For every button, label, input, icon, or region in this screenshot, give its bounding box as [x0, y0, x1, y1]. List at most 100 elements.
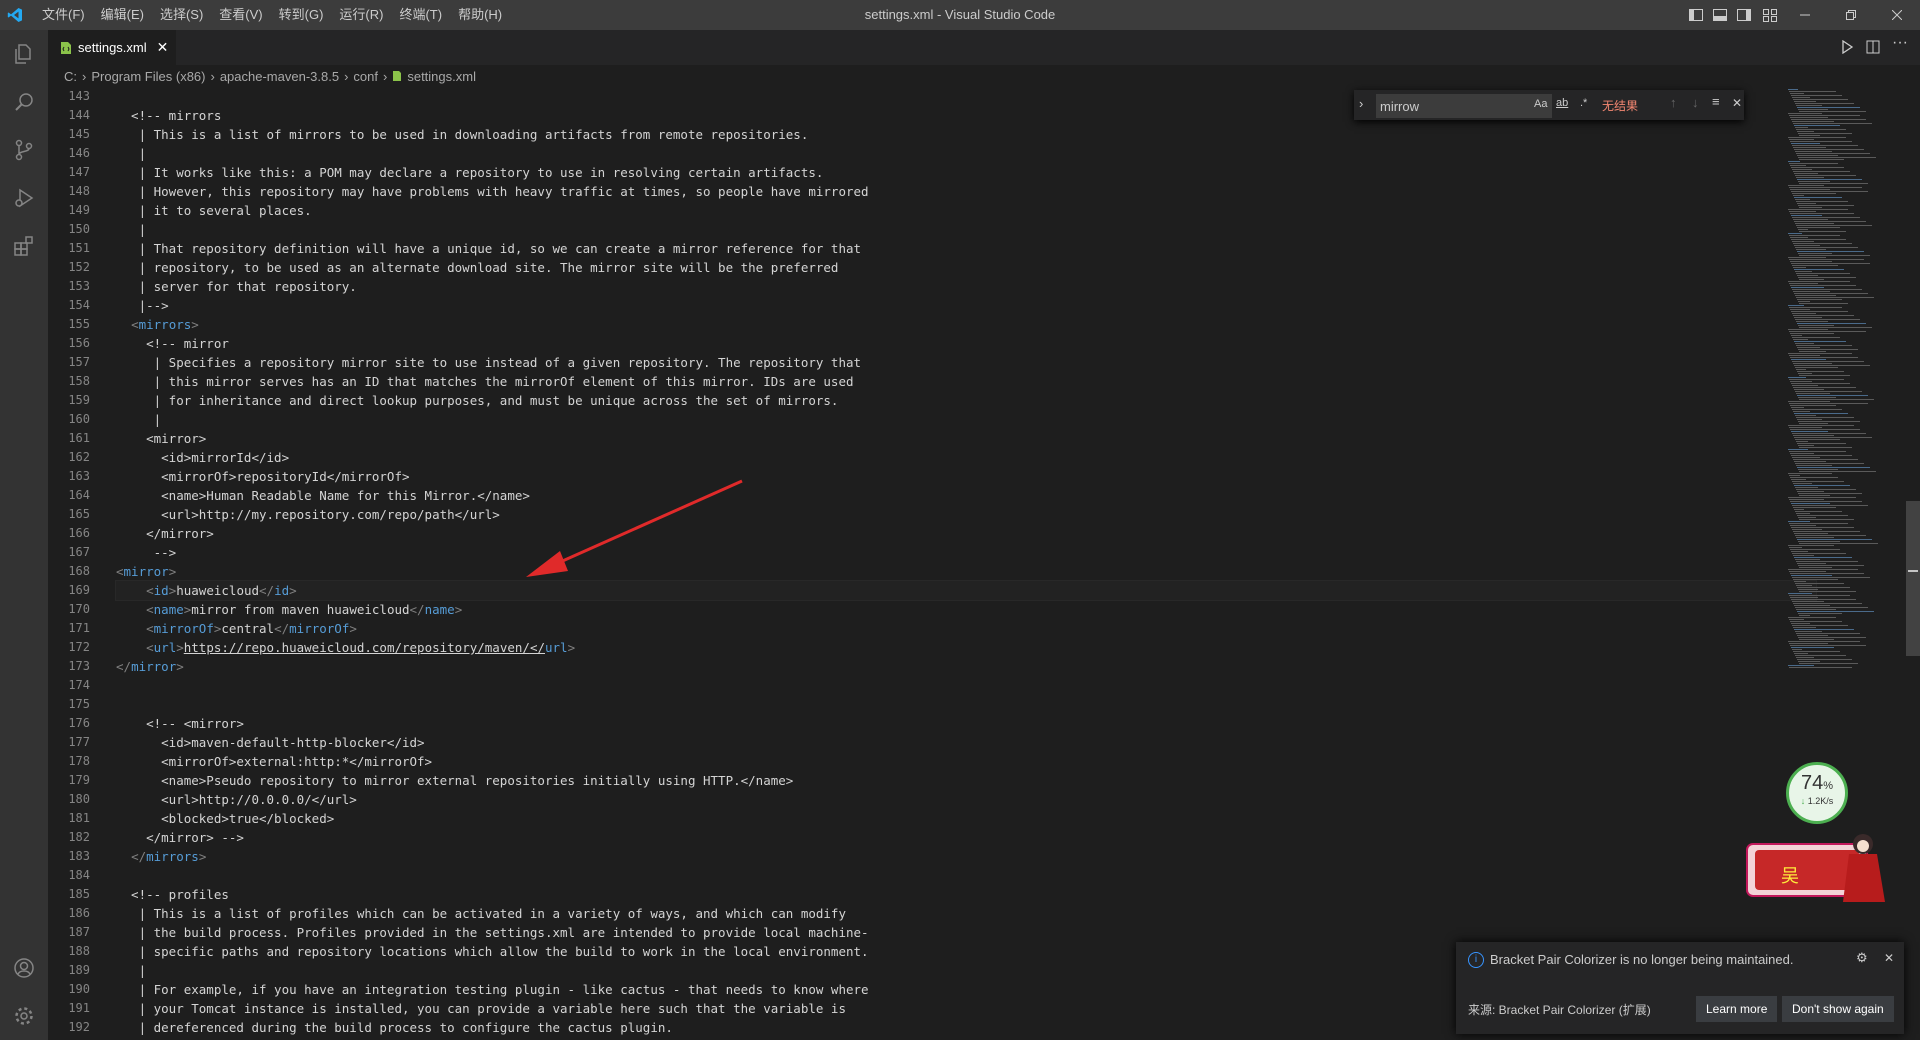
menu-item[interactable]: 文件(F)	[34, 0, 93, 30]
breadcrumb-item[interactable]: conf	[353, 69, 378, 84]
close-tab-icon[interactable]: ✕	[157, 39, 169, 56]
breadcrumb-item[interactable]: settings.xml	[407, 69, 476, 84]
code-line[interactable]: <id>huaweicloud</id>	[115, 580, 1817, 601]
code-line[interactable]: | it to several places.	[116, 201, 1816, 220]
find-in-selection-icon[interactable]: ≡	[1712, 94, 1720, 109]
menu-item[interactable]: 查看(V)	[211, 0, 270, 30]
close-find-icon[interactable]: ✕	[1732, 96, 1742, 110]
search-icon[interactable]	[0, 78, 48, 126]
code-line[interactable]: |	[116, 144, 1816, 163]
code-line[interactable]	[116, 866, 1816, 885]
code-line[interactable]: |-->	[116, 296, 1816, 315]
match-case-toggle[interactable]: Aa	[1534, 98, 1547, 110]
tab-settings-xml[interactable]: settings.xml ✕	[48, 30, 176, 65]
menu-item[interactable]: 转到(G)	[271, 0, 332, 30]
close-window-button[interactable]	[1874, 0, 1920, 30]
menu-item[interactable]: 运行(R)	[331, 0, 391, 30]
breadcrumb-item[interactable]: apache-maven-3.8.5	[220, 69, 339, 84]
code-line[interactable]: <url>http://my.repository.com/repo/path<…	[116, 505, 1816, 524]
menu-item[interactable]: 选择(S)	[152, 0, 211, 30]
code-line[interactable]: | It works like this: a POM may declare …	[116, 163, 1816, 182]
code-line[interactable]: | this mirror serves has an ID that matc…	[116, 372, 1816, 391]
code-line[interactable]: | However, this repository may have prob…	[116, 182, 1816, 201]
match-whole-word-toggle[interactable]: ab	[1556, 97, 1568, 109]
scrollbar-thumb[interactable]	[1906, 501, 1920, 656]
accounts-icon[interactable]	[0, 944, 48, 992]
explorer-icon[interactable]	[0, 30, 48, 78]
code-line[interactable]	[116, 695, 1816, 714]
code-line[interactable]: |	[116, 220, 1816, 239]
breadcrumb-item[interactable]: C:	[64, 69, 77, 84]
code-line[interactable]: <mirror>	[116, 562, 1816, 581]
restore-button[interactable]	[1828, 0, 1874, 30]
toggle-panel-icon[interactable]	[1712, 7, 1728, 23]
notification-settings-icon[interactable]: ⚙	[1856, 950, 1868, 966]
menu-item[interactable]: 编辑(E)	[93, 0, 152, 30]
minimap-line	[1790, 93, 1804, 94]
split-editor-icon[interactable]	[1866, 40, 1880, 59]
code-line[interactable]: | This is a list of profiles which can b…	[116, 904, 1816, 923]
code-line[interactable]: <url>http://0.0.0.0/</url>	[116, 790, 1816, 809]
code-line[interactable]: | This is a list of mirrors to be used i…	[116, 125, 1816, 144]
run-debug-icon[interactable]	[0, 174, 48, 222]
previous-match-icon[interactable]: ↑	[1670, 95, 1677, 110]
settings-gear-icon[interactable]	[0, 992, 48, 1040]
mascot-widget[interactable]: 吴	[1745, 810, 1895, 906]
minimize-button[interactable]	[1782, 0, 1828, 30]
find-input[interactable]	[1376, 94, 1552, 118]
code-line[interactable]: <id>mirrorId</id>	[116, 448, 1816, 467]
code-line[interactable]: <blocked>true</blocked>	[116, 809, 1816, 828]
code-line[interactable]: | for inheritance and direct lookup purp…	[116, 391, 1816, 410]
use-regex-toggle[interactable]: .*	[1580, 97, 1587, 109]
code-line[interactable]: <mirrorOf>central</mirrorOf>	[116, 619, 1816, 638]
code-line[interactable]: <name>Human Readable Name for this Mirro…	[116, 486, 1816, 505]
run-icon[interactable]	[1840, 39, 1854, 59]
toggle-secondary-sidebar-icon[interactable]	[1736, 7, 1752, 23]
code-line[interactable]: <mirrors>	[116, 315, 1816, 334]
code-line[interactable]: </mirror> -->	[116, 828, 1816, 847]
code-line[interactable]: | repository, to be used as an alternate…	[116, 258, 1816, 277]
source-control-icon[interactable]	[0, 126, 48, 174]
code-line[interactable]: <!-- <mirror>	[116, 714, 1816, 733]
code-line[interactable]: -->	[116, 543, 1816, 562]
code-editor[interactable]: 143 144 145 146 147 148 149 150 151 152 153 154 155 1…	[48, 87, 1920, 1040]
menu-item[interactable]: 帮助(H)	[450, 0, 510, 30]
code-line[interactable]: <!-- profiles	[116, 885, 1816, 904]
code-line[interactable]	[116, 676, 1816, 695]
code-line[interactable]: |	[116, 410, 1816, 429]
code-line[interactable]: </mirror>	[116, 657, 1816, 676]
code-lines[interactable]: <!-- mirrors | This is a list of mirrors…	[115, 87, 1817, 1037]
breadcrumb-item[interactable]: Program Files (x86)	[91, 69, 205, 84]
code-line[interactable]: <id>maven-default-http-blocker</id>	[116, 733, 1816, 752]
minimap-line	[1788, 545, 1834, 546]
code-line[interactable]: | server for that repository.	[116, 277, 1816, 296]
code-line[interactable]: | That repository definition will have a…	[116, 239, 1816, 258]
minimap-line	[1793, 219, 1828, 220]
code-line[interactable]: <name>mirror from maven huaweicloud</nam…	[116, 600, 1816, 619]
dont-show-again-button[interactable]: Don't show again	[1782, 996, 1894, 1022]
code-line[interactable]: </mirrors>	[116, 847, 1816, 866]
customize-layout-icon[interactable]	[1762, 7, 1778, 23]
code-line[interactable]: <name>Pseudo repository to mirror extern…	[116, 771, 1816, 790]
code-line[interactable]: <!-- mirror	[116, 334, 1816, 353]
minimap-line	[1789, 619, 1804, 620]
code-line[interactable]: | the build process. Profiles provided i…	[116, 923, 1816, 942]
vertical-scrollbar[interactable]	[1906, 87, 1920, 1040]
minimap[interactable]	[1784, 87, 1884, 687]
code-line[interactable]: <mirror>	[116, 429, 1816, 448]
code-line[interactable]: <url>https://repo.huaweicloud.com/reposi…	[116, 638, 1816, 657]
close-notification-icon[interactable]: ✕	[1884, 951, 1894, 965]
next-match-icon[interactable]: ↓	[1692, 95, 1699, 110]
learn-more-button[interactable]: Learn more	[1696, 996, 1778, 1022]
code-line[interactable]: <mirrorOf>repositoryId</mirrorOf>	[116, 467, 1816, 486]
extensions-icon[interactable]	[0, 222, 48, 270]
toggle-sidebar-icon[interactable]	[1688, 7, 1704, 23]
minimap-line	[1791, 239, 1846, 240]
code-line[interactable]: <mirrorOf>external:http:*</mirrorOf>	[116, 752, 1816, 771]
menu-item[interactable]: 终端(T)	[391, 0, 450, 30]
toggle-replace-icon[interactable]: ›	[1359, 96, 1363, 111]
minimap-line	[1789, 523, 1848, 524]
more-actions-icon[interactable]: ···	[1892, 34, 1908, 52]
code-line[interactable]: </mirror>	[116, 524, 1816, 543]
code-line[interactable]: | Specifies a repository mirror site to …	[116, 353, 1816, 372]
